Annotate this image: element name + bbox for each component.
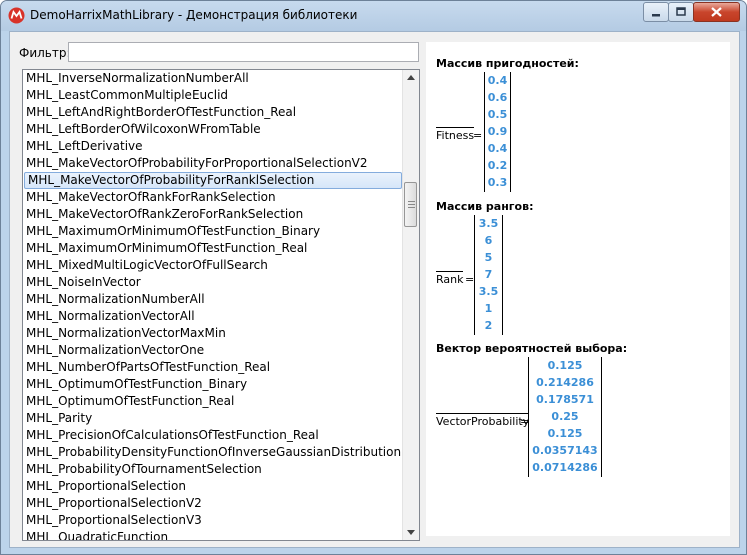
list-item[interactable]: MHL_ProbabilityOfTournamentSelection bbox=[23, 461, 403, 478]
list-item[interactable]: MHL_NormalizationVectorMaxMin bbox=[23, 325, 403, 342]
fitness-matrix: 0.4 0.6 0.5 0.9 0.4 0.2 0.3 bbox=[484, 72, 511, 192]
output-panel: Массив пригодностей: Fitness = 0.4 0.6 0.5… bbox=[426, 42, 730, 536]
app-logo-icon bbox=[8, 7, 25, 24]
main-window: DemoHarrixMathLibrary - Демонстрация биб… bbox=[0, 0, 747, 555]
list-item[interactable]: MHL_Parity bbox=[23, 410, 403, 427]
rank-value: 3.5 bbox=[478, 217, 499, 230]
list-item[interactable]: MHL_QuadraticFunction bbox=[23, 529, 403, 540]
fitness-value: 0.5 bbox=[487, 108, 508, 121]
list-item[interactable]: MHL_LeftDerivative bbox=[23, 138, 403, 155]
list-item[interactable]: MHL_ProportionalSelection bbox=[23, 478, 403, 495]
list-item[interactable]: MHL_NormalizationNumberAll bbox=[23, 291, 403, 308]
filter-label: Фильтр: bbox=[19, 46, 71, 60]
fitness-value: 0.4 bbox=[487, 74, 508, 87]
probability-value: 0.214286 bbox=[536, 376, 594, 389]
rank-value: 5 bbox=[484, 251, 493, 264]
rank-var: Rank bbox=[436, 271, 464, 286]
probability-var: VectorProbability bbox=[436, 413, 530, 428]
rank-value: 7 bbox=[484, 268, 493, 281]
function-list[interactable]: MHL_InverseNormalizationNumberAll MHL_Lea… bbox=[22, 69, 420, 541]
arrow-up-icon bbox=[407, 75, 415, 80]
list-item[interactable]: MHL_ProportionalSelectionV2 bbox=[23, 495, 403, 512]
rank-value: 6 bbox=[484, 234, 493, 247]
rank-heading: Массив рангов: bbox=[436, 200, 534, 213]
grip-line bbox=[408, 207, 415, 208]
fitness-eq: = bbox=[473, 129, 483, 142]
rank-matrix: 3.5 6 5 7 3.5 1 2 bbox=[474, 215, 503, 335]
arrow-down-icon bbox=[407, 530, 415, 535]
list-item[interactable]: MHL_NoiseInVector bbox=[23, 274, 403, 291]
probability-heading: Вектор вероятностей выбора: bbox=[436, 342, 628, 355]
list-item[interactable]: MHL_MakeVectorOfProbabilityForProportion… bbox=[23, 155, 403, 172]
list-item[interactable]: MHL_MaximumOrMinimumOfTestFunction_Real bbox=[23, 240, 403, 257]
scroll-thumb[interactable] bbox=[404, 182, 417, 227]
list-item[interactable]: MHL_ProbabilityDensityFunctionOfInverseG… bbox=[23, 444, 403, 461]
function-list-items: MHL_InverseNormalizationNumberAll MHL_Lea… bbox=[23, 70, 403, 540]
list-item[interactable]: MHL_NumberOfPartsOfTestFunction_Real bbox=[23, 359, 403, 376]
list-item[interactable]: MHL_NormalizationVectorAll bbox=[23, 308, 403, 325]
list-item[interactable]: MHL_MakeVectorOfRankZeroForRankSelection bbox=[23, 206, 403, 223]
list-item[interactable]: MHL_OptimumOfTestFunction_Real bbox=[23, 393, 403, 410]
list-item[interactable]: MHL_OptimumOfTestFunction_Binary bbox=[23, 376, 403, 393]
list-item[interactable]: MHL_PrecisionOfCalculationsOfTestFunctio… bbox=[23, 427, 403, 444]
probability-value: 0.178571 bbox=[536, 393, 594, 406]
fitness-var: Fitness bbox=[436, 127, 475, 142]
fitness-value: 0.6 bbox=[487, 91, 508, 104]
list-item[interactable]: MHL_ProportionalSelectionV3 bbox=[23, 512, 403, 529]
list-item[interactable]: MHL_MakeVectorOfProbabilityForRanklSelec… bbox=[24, 172, 402, 189]
probability-value: 0.125 bbox=[547, 359, 583, 372]
fitness-value: 0.3 bbox=[487, 176, 508, 189]
fitness-value: 0.4 bbox=[487, 142, 508, 155]
rank-eq: = bbox=[465, 273, 475, 286]
list-scrollbar[interactable] bbox=[402, 70, 419, 540]
rank-value: 1 bbox=[484, 302, 493, 315]
title-bar[interactable]: DemoHarrixMathLibrary - Демонстрация биб… bbox=[1, 1, 746, 31]
rank-value: 2 bbox=[484, 319, 493, 332]
list-item[interactable]: MHL_LeftBorderOfWilcoxonWFromTable bbox=[23, 121, 403, 138]
close-icon bbox=[711, 7, 722, 17]
grip-line bbox=[408, 201, 415, 202]
grip-line bbox=[408, 204, 415, 205]
probability-value: 0.0357143 bbox=[532, 444, 598, 457]
probability-value: 0.25 bbox=[551, 410, 579, 423]
maximize-icon bbox=[676, 7, 686, 16]
client-area: Фильтр: MHL_InverseNormalizationNumberAl… bbox=[9, 31, 740, 548]
maximize-button[interactable] bbox=[668, 2, 694, 22]
minimize-icon bbox=[652, 14, 660, 17]
list-item[interactable]: MHL_LeftAndRightBorderOfTestFunction_Rea… bbox=[23, 104, 403, 121]
list-item[interactable]: MHL_InverseNormalizationNumberAll bbox=[23, 70, 403, 87]
fitness-heading: Массив пригодностей: bbox=[436, 57, 579, 70]
probability-value: 0.0714286 bbox=[532, 461, 598, 474]
probability-value: 0.125 bbox=[547, 427, 583, 440]
window-title: DemoHarrixMathLibrary - Демонстрация биб… bbox=[30, 8, 358, 22]
scroll-down-button[interactable] bbox=[403, 524, 419, 540]
probability-matrix: 0.125 0.214286 0.178571 0.25 0.125 0.0357143 0… bbox=[528, 357, 602, 477]
minimize-button[interactable] bbox=[643, 2, 669, 22]
list-item[interactable]: MHL_NormalizationVectorOne bbox=[23, 342, 403, 359]
fitness-value: 0.9 bbox=[487, 125, 508, 138]
filter-input[interactable] bbox=[68, 42, 419, 62]
list-item[interactable]: MHL_LeastCommonMultipleEuclid bbox=[23, 87, 403, 104]
rank-value: 3.5 bbox=[478, 285, 499, 298]
close-button[interactable] bbox=[693, 2, 740, 22]
list-item[interactable]: MHL_MaximumOrMinimumOfTestFunction_Binar… bbox=[23, 223, 403, 240]
fitness-value: 0.2 bbox=[487, 159, 508, 172]
list-item[interactable]: MHL_MixedMultiLogicVectorOfFullSearch bbox=[23, 257, 403, 274]
scroll-up-button[interactable] bbox=[403, 70, 419, 86]
list-item[interactable]: MHL_MakeVectorOfRankForRankSelection bbox=[23, 189, 403, 206]
